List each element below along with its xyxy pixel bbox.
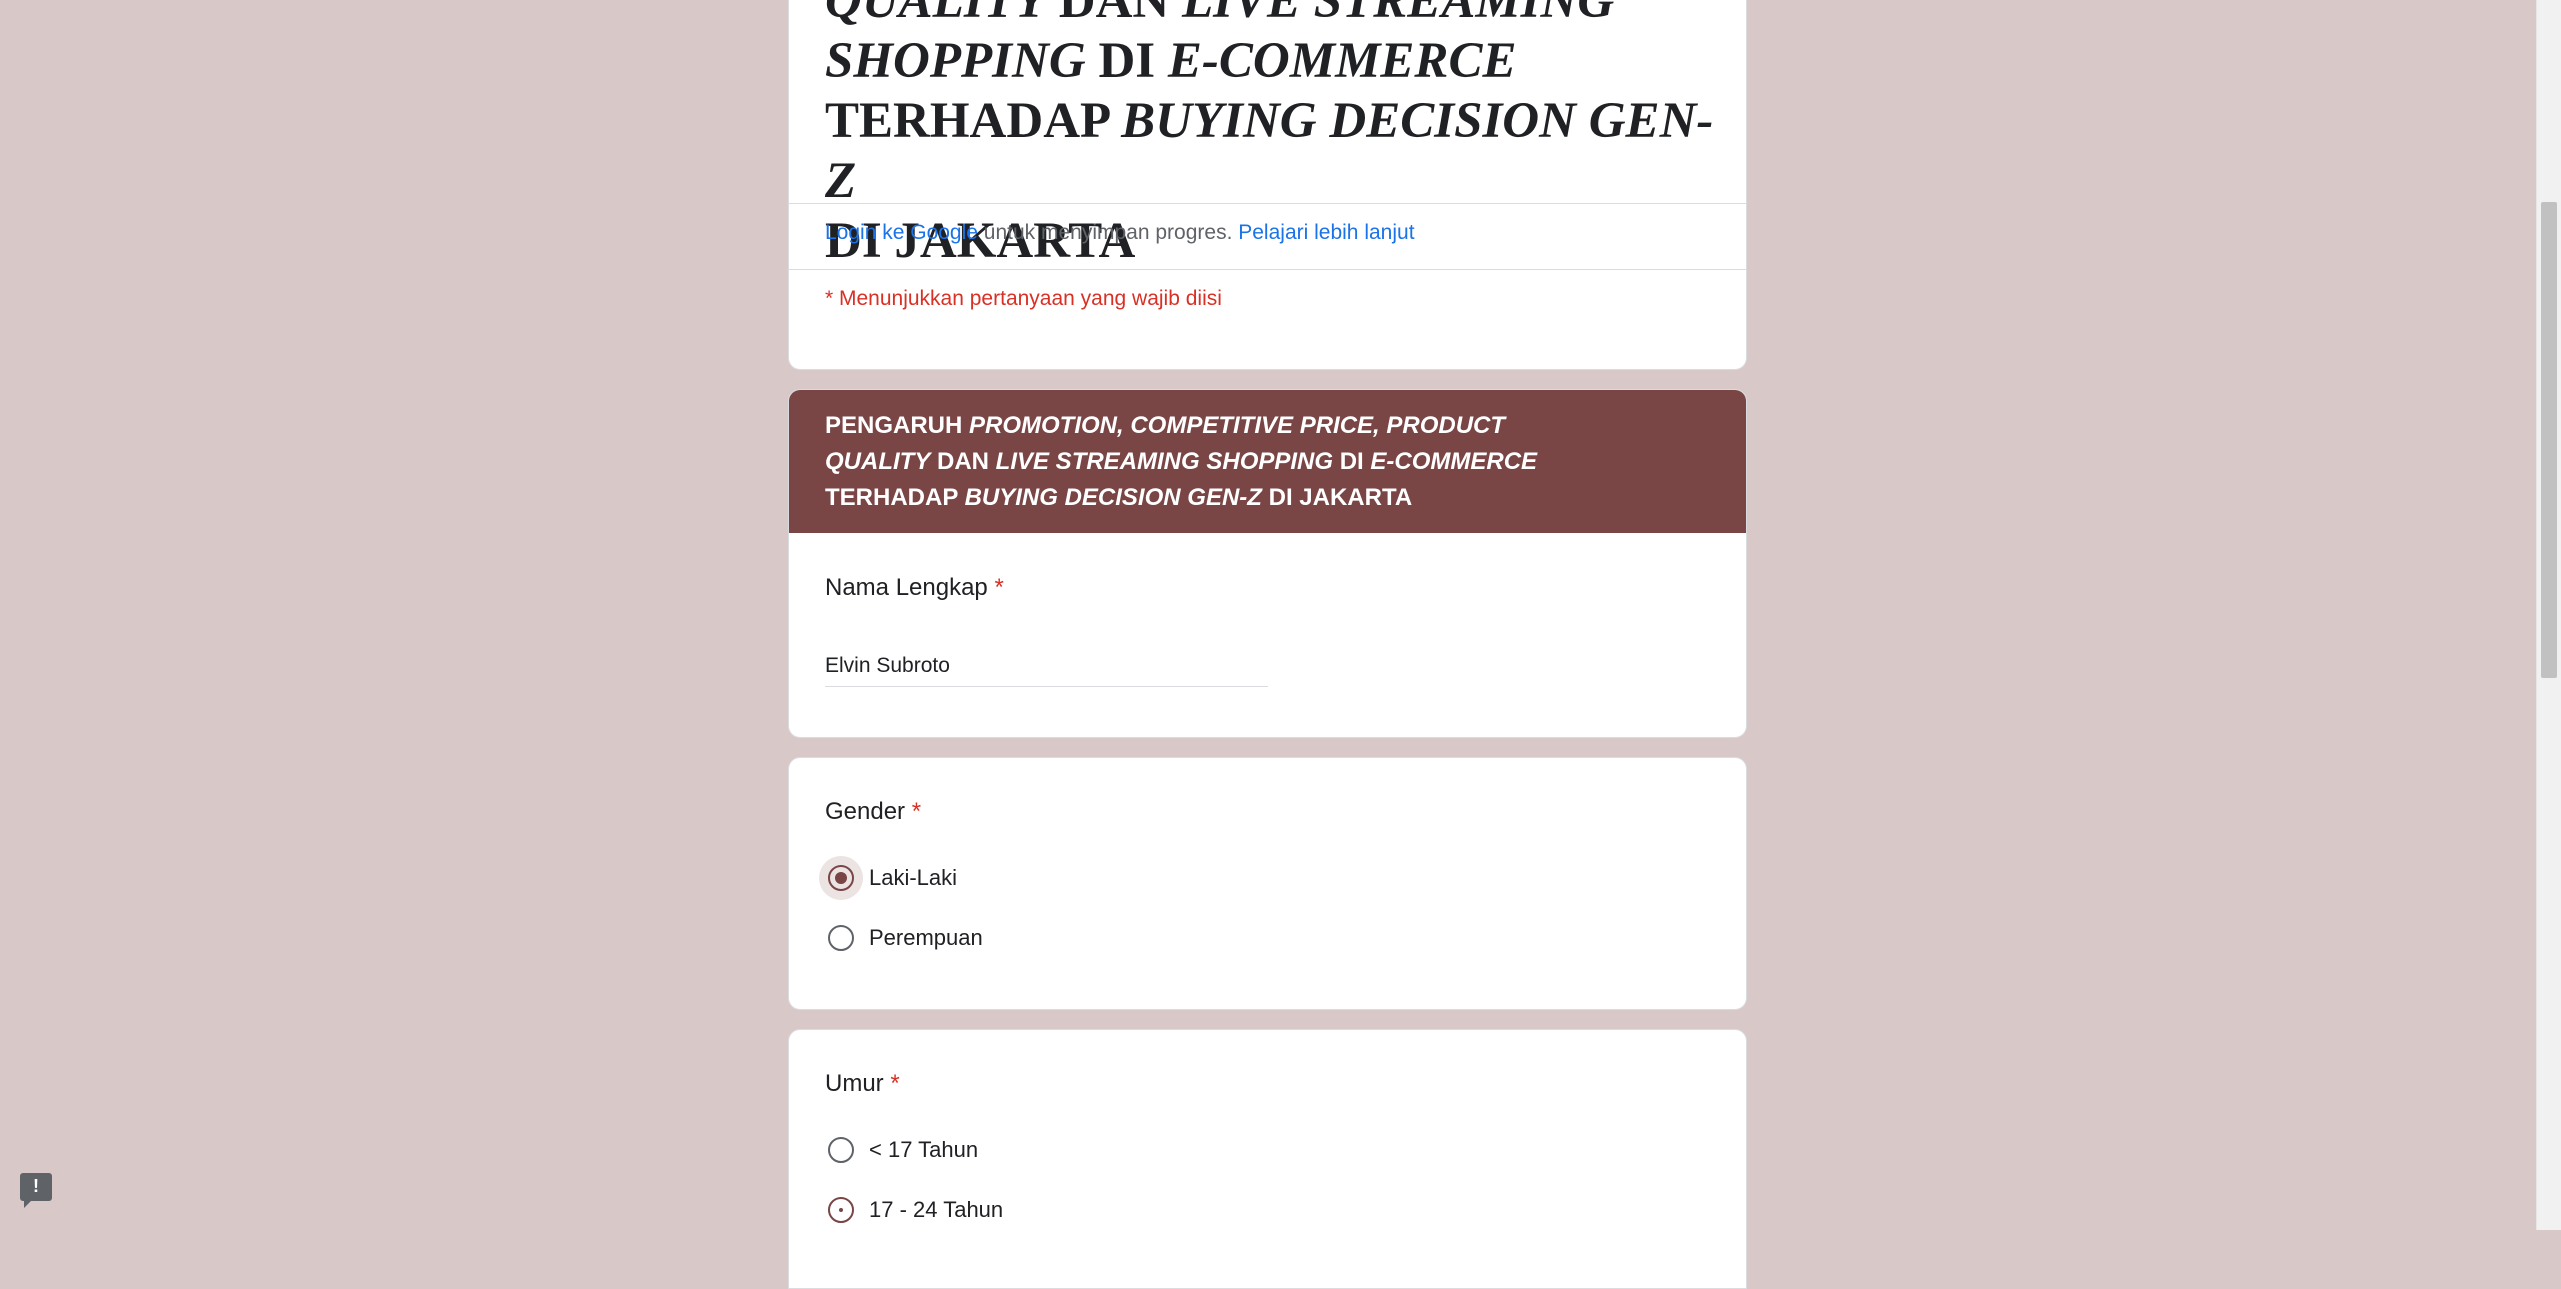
divider: [789, 203, 1746, 204]
age-option-17-24[interactable]: 17 - 24 Tahun: [819, 1188, 1003, 1232]
option-label: Laki-Laki: [869, 865, 958, 890]
login-row: Login ke Google untuk menyimpan progres.…: [825, 221, 1415, 245]
name-question-title: Nama Lengkap *: [825, 574, 1004, 602]
age-question-label: Umur: [825, 1070, 884, 1097]
page-scrollbar[interactable]: [2536, 0, 2561, 1230]
section-header-part: BUYING DECISION GEN-Z: [964, 484, 1262, 511]
required-note: * Menunjukkan pertanyaan yang wajib diis…: [825, 287, 1222, 310]
name-question-label: Nama Lengkap: [825, 574, 988, 601]
login-text: untuk menyimpan progres.: [977, 221, 1239, 244]
form-title-line: QUALITY DAN LIVE STREAMING: [825, 0, 1615, 29]
feedback-icon[interactable]: !: [20, 1173, 52, 1208]
section-header-title: PENGARUH PROMOTION, COMPETITIVE PRICE, P…: [825, 408, 1585, 516]
section-header-part: LIVE STREAMING SHOPPING: [995, 448, 1334, 475]
learn-more-link[interactable]: Pelajari lebih lanjut: [1238, 221, 1414, 244]
gender-option-laki-laki[interactable]: Laki-Laki: [819, 856, 957, 900]
option-label: Perempuan: [869, 925, 983, 950]
section-header-part: DI JAKARTA: [1261, 484, 1413, 511]
form-title-card: QUALITY DAN LIVE STREAMING SHOPPING DI E…: [788, 0, 1747, 370]
section-header-part: DI: [1333, 448, 1371, 475]
gender-question-card: Gender * Laki-Laki Perempuan: [788, 757, 1747, 1010]
option-label: < 17 Tahun: [869, 1137, 979, 1162]
section-header-part: E-COMMERCE: [1370, 448, 1538, 475]
required-asterisk: *: [911, 798, 922, 825]
radio-button-focused[interactable]: [828, 1197, 854, 1223]
radio-wrap: [819, 916, 863, 960]
section-header-part: TERHADAP: [825, 484, 965, 511]
age-question-title: Umur *: [825, 1070, 900, 1098]
section-card: PENGARUH PROMOTION, COMPETITIVE PRICE, P…: [788, 389, 1747, 738]
name-input[interactable]: Elvin Subroto: [825, 654, 1268, 687]
gender-option-perempuan[interactable]: Perempuan: [819, 916, 983, 960]
scrollbar-thumb[interactable]: [2541, 202, 2557, 678]
login-google-link[interactable]: Login ke Google: [825, 221, 978, 244]
age-question-card: Umur * < 17 Tahun 17 - 24 Tahun: [788, 1029, 1747, 1289]
radio-button[interactable]: [828, 1137, 854, 1163]
divider: [789, 269, 1746, 270]
option-label: 17 - 24 Tahun: [869, 1197, 1004, 1222]
age-option-under-17[interactable]: < 17 Tahun: [819, 1128, 978, 1172]
section-header: PENGARUH PROMOTION, COMPETITIVE PRICE, P…: [789, 390, 1746, 533]
form-title-line: TERHADAP BUYING DECISION GEN-Z: [825, 93, 1714, 209]
required-asterisk: *: [890, 1070, 900, 1097]
section-header-part: DAN: [930, 448, 996, 475]
radio-hover-circle: [819, 856, 863, 900]
radio-wrap: [819, 1188, 863, 1232]
section-header-part: PENGARUH: [825, 412, 970, 439]
form-title-line: SHOPPING DI E-COMMERCE: [825, 33, 1517, 89]
radio-button[interactable]: [828, 925, 854, 951]
gender-question-title: Gender *: [825, 798, 921, 826]
radio-wrap: [819, 1128, 863, 1172]
gender-question-label: Gender: [825, 798, 906, 825]
required-asterisk: *: [994, 574, 1004, 601]
radio-button-checked[interactable]: [828, 865, 854, 891]
